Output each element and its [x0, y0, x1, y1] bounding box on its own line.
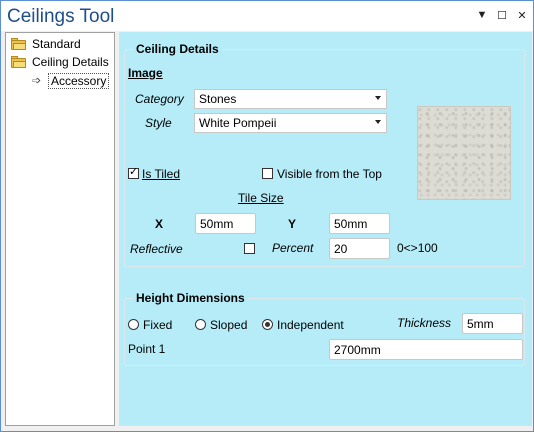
checkmark-icon: ✓ [129, 166, 139, 178]
maximize-icon[interactable]: ☐ [495, 8, 509, 22]
x-label: X [155, 217, 164, 231]
category-label: Category [135, 92, 184, 106]
tree-item-ceiling-details[interactable]: Ceiling Details [11, 53, 109, 70]
style-label: Style [145, 116, 172, 130]
thickness-input[interactable]: 5mm [462, 313, 523, 334]
tree-item-standard[interactable]: Standard [11, 35, 81, 52]
reflective-label: Reflective [130, 242, 183, 256]
folder-icon [11, 55, 27, 68]
texture-preview-image [417, 106, 511, 200]
thickness-label: Thickness [397, 316, 452, 330]
ceilings-tool-window: Ceilings Tool ▼ ☐ ✕ Standard Ceiling Det… [0, 0, 534, 432]
folder-icon [11, 37, 27, 50]
reflective-checkbox[interactable] [244, 243, 255, 254]
category-dropdown[interactable]: Stones [194, 89, 387, 109]
point1-label: Point 1 [128, 342, 166, 356]
tree-item-label: Standard [32, 36, 81, 51]
percent-label: Percent [272, 241, 314, 255]
style-value: White Pompeii [199, 116, 277, 130]
height-dimensions-group: Height Dimensions Fixed Sloped Independe… [124, 291, 525, 366]
ceiling-details-group: Ceiling Details Image Category Stones St… [124, 42, 525, 267]
tile-x-input[interactable]: 50mm [195, 213, 256, 234]
visible-from-top-label: Visible from the Top [277, 167, 382, 181]
close-icon[interactable]: ✕ [515, 8, 529, 22]
arrow-right-icon: ➩ [32, 75, 42, 87]
chevron-down-icon [375, 120, 381, 124]
tile-size-label: Tile Size [238, 191, 284, 205]
sloped-label: Sloped [210, 318, 248, 332]
group-title: Ceiling Details [133, 42, 222, 56]
tree-item-accessory[interactable]: ➩ Accessory [32, 72, 110, 89]
window-title: Ceilings Tool [7, 6, 115, 27]
category-value: Stones [199, 92, 237, 106]
radio-selected-dot [265, 322, 270, 327]
is-tiled-checkbox[interactable]: ✓ [128, 166, 139, 179]
point1-input[interactable]: 2700mm [329, 339, 523, 360]
dropdown-menu-icon[interactable]: ▼ [475, 8, 489, 22]
sloped-radio[interactable] [195, 319, 206, 330]
tree-item-label: Accessory [48, 72, 110, 89]
percent-range-label: 0<>100 [397, 241, 438, 255]
tree-item-label: Ceiling Details [32, 54, 109, 69]
tile-y-input[interactable]: 50mm [329, 213, 390, 234]
percent-input[interactable]: 20 [329, 238, 390, 259]
fixed-radio[interactable] [128, 319, 139, 330]
title-bar: Ceilings Tool ▼ ☐ ✕ [1, 1, 533, 31]
chevron-down-icon [375, 96, 381, 100]
fixed-label: Fixed [143, 318, 173, 332]
is-tiled-label: Is Tiled [142, 167, 181, 181]
y-label: Y [288, 217, 297, 231]
visible-from-top-checkbox[interactable] [262, 168, 273, 179]
independent-label: Independent [277, 318, 344, 332]
details-panel: Ceiling Details Image Category Stones St… [119, 32, 532, 426]
style-dropdown[interactable]: White Pompeii [194, 113, 387, 133]
navigation-tree: Standard Ceiling Details ➩ Accessory [5, 32, 115, 426]
image-label: Image [128, 66, 163, 80]
group-title: Height Dimensions [133, 291, 248, 305]
independent-radio[interactable] [262, 319, 273, 330]
